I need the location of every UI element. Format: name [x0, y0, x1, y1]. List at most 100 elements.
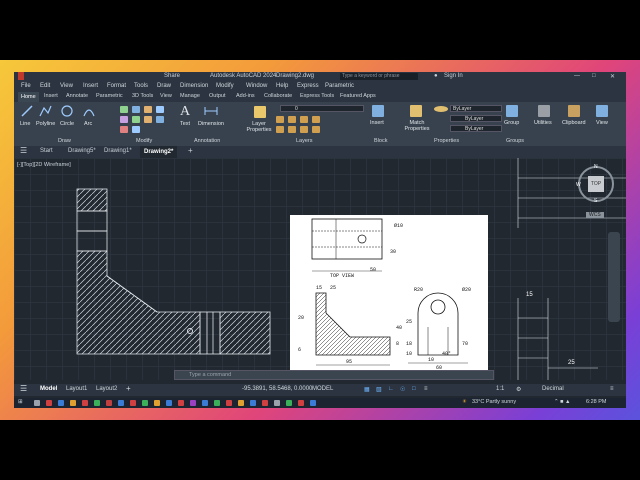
- app-icon-5[interactable]: [94, 400, 100, 406]
- doc-tab-start[interactable]: Start: [40, 148, 53, 154]
- menu-format[interactable]: Format: [107, 83, 126, 89]
- dimension-tool-label[interactable]: Dimension: [198, 121, 224, 127]
- app-icon-4[interactable]: [82, 400, 88, 406]
- app-icon-6[interactable]: [106, 400, 112, 406]
- new-tab-button[interactable]: +: [188, 146, 193, 155]
- view-label[interactable]: View: [596, 120, 608, 126]
- app-icon-21[interactable]: [286, 400, 292, 406]
- copy-icon[interactable]: [156, 106, 164, 113]
- color-dropdown[interactable]: ByLayer: [450, 105, 502, 112]
- minimize-button[interactable]: —: [574, 73, 580, 79]
- layer-tool-4-icon[interactable]: [312, 116, 320, 123]
- app-icon-16[interactable]: [226, 400, 232, 406]
- layer-tool-6-icon[interactable]: [288, 126, 296, 133]
- sign-in-button[interactable]: Sign In: [444, 73, 463, 79]
- app-icon-17[interactable]: [238, 400, 244, 406]
- panel-modify[interactable]: Modify: [136, 138, 152, 144]
- tab-view[interactable]: View: [160, 93, 172, 99]
- view-icon[interactable]: [596, 105, 608, 117]
- layer-tool-3-icon[interactable]: [300, 116, 308, 123]
- windows-start-icon[interactable]: ⊞: [18, 399, 23, 405]
- group-label[interactable]: Group: [504, 120, 519, 126]
- polar-toggle-icon[interactable]: ☉: [400, 386, 405, 393]
- grid-toggle-icon[interactable]: ▦: [364, 386, 370, 393]
- text-icon[interactable]: A: [180, 104, 190, 120]
- coordinate-readout[interactable]: -95.3891, 58.5468, 0.0000: [242, 386, 312, 392]
- utilities-icon[interactable]: [538, 105, 550, 117]
- mirror-icon[interactable]: [120, 116, 128, 123]
- group-icon[interactable]: [506, 105, 518, 117]
- tab-home[interactable]: Home: [18, 92, 39, 102]
- tab-insert[interactable]: Insert: [44, 93, 58, 99]
- layer-tool-2-icon[interactable]: [288, 116, 296, 123]
- tab-express-tools[interactable]: Express Tools: [300, 93, 334, 99]
- panel-draw[interactable]: Draw: [58, 138, 71, 144]
- line-icon[interactable]: [20, 104, 34, 118]
- search-taskbar-icon[interactable]: [34, 400, 40, 406]
- weather-icon[interactable]: ☀: [462, 399, 467, 405]
- polyline-icon[interactable]: [38, 104, 52, 118]
- share-button[interactable]: Share: [164, 73, 180, 79]
- layout2-tab[interactable]: Layout2: [96, 386, 117, 392]
- panel-properties[interactable]: Properties: [434, 138, 459, 144]
- tab-add-ins[interactable]: Add-ins: [236, 93, 255, 99]
- trim-icon[interactable]: [144, 106, 152, 113]
- menu-help[interactable]: Help: [276, 83, 288, 89]
- fillet-icon[interactable]: [132, 116, 140, 123]
- clock[interactable]: 6:28 PM: [586, 399, 606, 405]
- app-icon-19[interactable]: [262, 400, 268, 406]
- arc-icon[interactable]: [82, 104, 96, 118]
- erase-icon[interactable]: [132, 126, 140, 133]
- text-tool-label[interactable]: Text: [180, 121, 190, 127]
- layer-tool-5-icon[interactable]: [276, 126, 284, 133]
- menu-parametric[interactable]: Parametric: [325, 83, 354, 89]
- hamburger-icon[interactable]: ☰: [20, 146, 27, 155]
- insert-block-icon[interactable]: [372, 105, 384, 117]
- snap-toggle-icon[interactable]: ▧: [376, 386, 382, 393]
- arc-tool-label[interactable]: Arc: [84, 121, 92, 127]
- stretch-icon[interactable]: [144, 116, 152, 123]
- menu-view[interactable]: View: [60, 83, 73, 89]
- app-icon-1[interactable]: [46, 400, 52, 406]
- circle-icon[interactable]: [60, 104, 74, 118]
- menu-file[interactable]: File: [21, 83, 31, 89]
- layer-tool-8-icon[interactable]: [312, 126, 320, 133]
- search-input[interactable]: Type a keyword or phrase: [340, 73, 418, 80]
- app-icon-7[interactable]: [118, 400, 124, 406]
- menu-tools[interactable]: Tools: [134, 83, 148, 89]
- doc-tab-drawing2[interactable]: Drawing2*: [140, 146, 178, 158]
- model-space-toggle[interactable]: MODEL: [312, 386, 333, 392]
- menu-express[interactable]: Express: [297, 83, 319, 89]
- layer-properties-icon[interactable]: [254, 106, 266, 118]
- insert-block-label[interactable]: Insert: [370, 120, 384, 126]
- add-layout-button[interactable]: +: [126, 384, 131, 393]
- app-icon-13[interactable]: [190, 400, 196, 406]
- circle-tool-label[interactable]: Circle: [60, 121, 74, 127]
- osnap-toggle-icon[interactable]: □: [412, 386, 416, 392]
- tab-annotate[interactable]: Annotate: [66, 93, 88, 99]
- user-icon[interactable]: ●: [434, 73, 438, 79]
- panel-block[interactable]: Block: [374, 138, 387, 144]
- app-icon-14[interactable]: [202, 400, 208, 406]
- app-icon-11[interactable]: [166, 400, 172, 406]
- status-menu-icon[interactable]: ☰: [20, 384, 27, 393]
- app-icon-18[interactable]: [250, 400, 256, 406]
- maximize-button[interactable]: □: [592, 73, 596, 79]
- layer-tool-1-icon[interactable]: [276, 116, 284, 123]
- rotate-icon[interactable]: [132, 106, 140, 113]
- menu-edit[interactable]: Edit: [40, 83, 50, 89]
- app-icon-20[interactable]: [274, 400, 280, 406]
- viewcube[interactable]: TOP: [588, 176, 604, 192]
- app-icon-2[interactable]: [58, 400, 64, 406]
- lineweight-toggle-icon[interactable]: ≡: [424, 386, 428, 392]
- menu-draw[interactable]: Draw: [157, 83, 171, 89]
- layer-dropdown[interactable]: 0: [280, 105, 364, 112]
- file-explorer-icon[interactable]: [70, 400, 76, 406]
- wcs-dropdown[interactable]: WCS: [586, 212, 604, 218]
- doc-tab-drawing1[interactable]: Drawing1*: [104, 148, 132, 154]
- units-display[interactable]: Decimal: [542, 386, 564, 392]
- panel-layers[interactable]: Layers: [296, 138, 313, 144]
- line-tool-label[interactable]: Line: [20, 121, 30, 127]
- navigation-bar[interactable]: [608, 232, 620, 322]
- panel-annotation[interactable]: Annotation: [194, 138, 220, 144]
